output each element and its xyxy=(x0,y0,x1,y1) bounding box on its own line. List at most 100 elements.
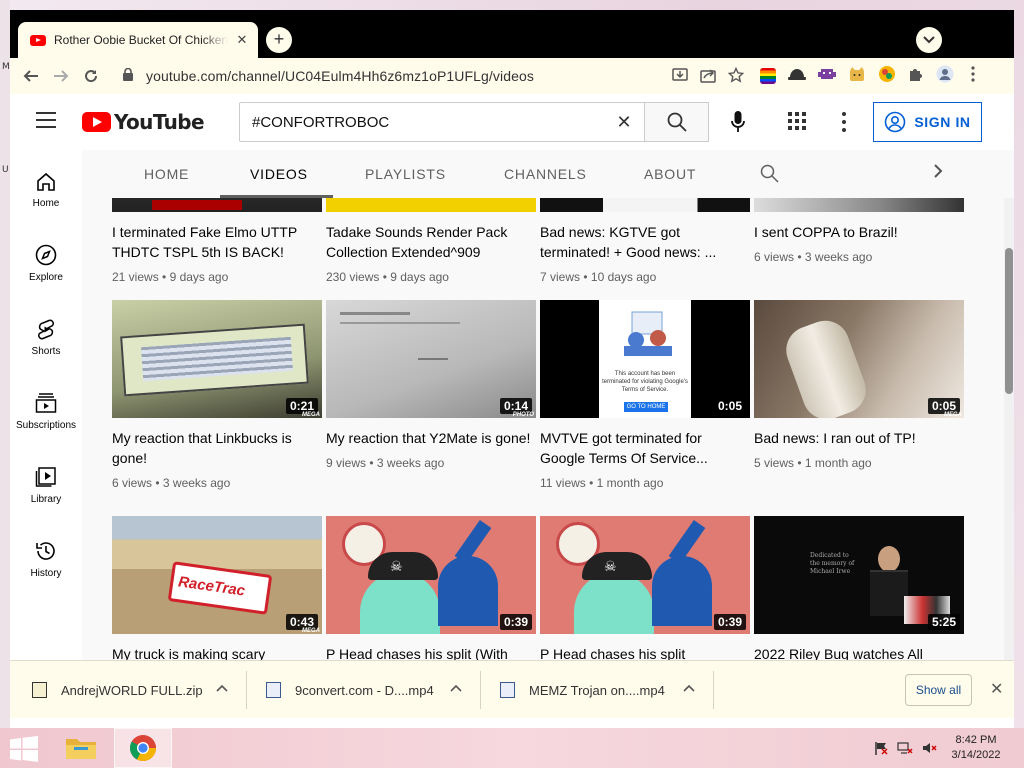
lock-icon[interactable] xyxy=(120,67,136,84)
download-filename[interactable]: AndrejWORLD FULL.zip xyxy=(61,683,203,698)
video-thumbnail[interactable]: 0:21 MEGA xyxy=(112,300,322,418)
sidebar-item-explore[interactable]: Explore xyxy=(10,230,82,304)
tab-videos[interactable]: VIDEOS xyxy=(250,150,308,198)
video-card[interactable]: 0:14 PHOTO My reaction that Y2Mate is go… xyxy=(326,300,536,470)
video-title[interactable]: My reaction that Linkbucks is gone! xyxy=(112,428,322,468)
sidebar-item-subscriptions[interactable]: Subscriptions xyxy=(10,378,82,452)
back-button[interactable] xyxy=(16,61,46,91)
video-thumbnail[interactable] xyxy=(540,198,750,212)
youtube-logo[interactable]: YouTube xyxy=(82,110,205,134)
video-card[interactable]: RaceTrac 0:43 MEGA My truck is making sc… xyxy=(112,516,322,660)
url-text[interactable]: youtube.com/channel/UC04Eulm4Hh6z6mz1oP1… xyxy=(146,68,534,84)
download-options-icon[interactable] xyxy=(450,681,462,695)
scrollbar-thumb[interactable] xyxy=(1005,248,1013,394)
new-tab-button[interactable]: + xyxy=(266,27,292,53)
video-thumbnail[interactable]: ☠ 0:39 xyxy=(326,516,536,634)
install-app-icon[interactable] xyxy=(672,67,688,86)
address-bar[interactable]: youtube.com/channel/UC04Eulm4Hh6z6mz1oP1… xyxy=(120,62,745,90)
sidebar-item-history[interactable]: History xyxy=(10,526,82,600)
ext-hat-icon[interactable] xyxy=(788,67,806,86)
download-options-icon[interactable] xyxy=(216,681,228,695)
browser-menu-icon[interactable] xyxy=(966,65,980,87)
taskbar-clock[interactable]: 8:42 PM 3/14/2022 xyxy=(946,733,1006,763)
video-card[interactable]: ☠ 0:39 P Head chases his split (With xyxy=(326,516,536,660)
video-card[interactable]: I terminated Fake Elmo UTTP THDTC TSPL 5… xyxy=(112,198,322,284)
bookmark-star-icon[interactable] xyxy=(727,66,745,86)
hamburger-menu-icon[interactable] xyxy=(36,112,56,128)
video-card[interactable]: 0:21 MEGA My reaction that Linkbucks is … xyxy=(112,300,322,490)
video-card[interactable]: 0:05 MEGA Bad news: I ran out of TP! 5 v… xyxy=(754,300,964,470)
tabs-scroll-right-icon[interactable] xyxy=(934,164,943,183)
video-title[interactable]: Bad news: KGTVE got terminated! + Good n… xyxy=(540,222,750,262)
search-input[interactable]: #CONFORTROBOC ✕ xyxy=(239,102,645,142)
video-title[interactable]: MVTVE got terminated for Google Terms Of… xyxy=(540,428,750,468)
video-thumbnail[interactable]: 0:05 MEGA xyxy=(754,300,964,418)
windows-start-icon[interactable] xyxy=(10,736,38,762)
sidebar-item-home[interactable]: Home xyxy=(10,156,82,230)
video-thumbnail[interactable]: ☠ 0:39 xyxy=(540,516,750,634)
video-title[interactable]: My truck is making scary xyxy=(112,644,322,660)
video-thumbnail[interactable] xyxy=(112,198,322,212)
taskbar-file-explorer[interactable] xyxy=(52,728,110,768)
download-item[interactable]: AndrejWORLD FULL.zip xyxy=(32,661,203,719)
download-filename[interactable]: 9convert.com - D....mp4 xyxy=(295,683,434,698)
video-thumbnail[interactable]: RaceTrac 0:43 MEGA xyxy=(112,516,322,634)
video-title[interactable]: My reaction that Y2Mate is gone! xyxy=(326,428,536,448)
tab-playlists[interactable]: PLAYLISTS xyxy=(365,150,446,198)
ext-cat-icon[interactable] xyxy=(848,66,866,87)
video-title[interactable]: Bad news: I ran out of TP! xyxy=(754,428,964,448)
video-card[interactable]: This account has been terminated for vio… xyxy=(540,300,750,490)
ext-alien-icon[interactable] xyxy=(818,66,836,87)
video-card[interactable]: I sent COPPA to Brazil! 6 views • 3 week… xyxy=(754,198,964,264)
video-thumbnail[interactable] xyxy=(754,198,964,212)
profile-icon[interactable] xyxy=(936,65,954,88)
video-thumbnail[interactable]: Dedicated to the memory of Michael Irwe … xyxy=(754,516,964,634)
video-title[interactable]: P Head chases his split (With xyxy=(326,644,536,660)
search-button[interactable] xyxy=(645,102,709,142)
sidebar-item-library[interactable]: Library xyxy=(10,452,82,526)
download-item[interactable]: MEMZ Trojan on....mp4 xyxy=(500,661,665,719)
ext-color-icon[interactable] xyxy=(878,65,896,88)
tab-search-button[interactable] xyxy=(916,27,942,53)
video-title[interactable]: P Head chases his split xyxy=(540,644,750,660)
video-title[interactable]: I terminated Fake Elmo UTTP THDTC TSPL 5… xyxy=(112,222,322,262)
forward-button[interactable] xyxy=(46,61,76,91)
tab-home[interactable]: HOME xyxy=(144,150,189,198)
voice-search-button[interactable] xyxy=(726,110,750,134)
reload-button[interactable] xyxy=(76,61,106,91)
video-title[interactable]: I sent COPPA to Brazil! xyxy=(754,222,964,242)
video-card[interactable]: Dedicated to the memory of Michael Irwe … xyxy=(754,516,964,660)
video-thumbnail[interactable]: This account has been terminated for vio… xyxy=(540,300,750,418)
taskbar-chrome[interactable] xyxy=(114,728,172,768)
download-item[interactable]: 9convert.com - D....mp4 xyxy=(266,661,434,719)
download-options-icon[interactable] xyxy=(683,681,695,695)
network-icon[interactable] xyxy=(897,741,913,758)
puzzle-icon[interactable] xyxy=(908,66,924,87)
clear-search-icon[interactable]: ✕ xyxy=(604,112,644,133)
video-card[interactable]: Bad news: KGTVE got terminated! + Good n… xyxy=(540,198,750,284)
video-card[interactable]: ☠ 0:39 P Head chases his split xyxy=(540,516,750,660)
video-thumbnail[interactable] xyxy=(326,198,536,212)
show-all-downloads-button[interactable]: Show all xyxy=(905,674,972,706)
tab-close-icon[interactable]: ✕ xyxy=(234,32,250,48)
action-center-flag-icon[interactable] xyxy=(874,741,888,758)
download-filename[interactable]: MEMZ Trojan on....mp4 xyxy=(529,683,665,698)
page-scrollbar[interactable] xyxy=(1004,198,1014,660)
sign-in-button[interactable]: SIGN IN xyxy=(873,102,982,142)
share-icon[interactable] xyxy=(700,67,716,86)
video-title[interactable]: Tadake Sounds Render Pack Collection Ext… xyxy=(326,222,536,262)
ext-pride-flag-icon[interactable] xyxy=(760,68,776,84)
search-query[interactable]: #CONFORTROBOC xyxy=(252,114,604,131)
volume-muted-icon[interactable] xyxy=(922,741,938,758)
video-card[interactable]: Tadake Sounds Render Pack Collection Ext… xyxy=(326,198,536,284)
video-thumbnail[interactable]: 0:14 PHOTO xyxy=(326,300,536,418)
browser-tab[interactable]: Rother Oobie Bucket Of Chicken ✕ xyxy=(18,22,258,58)
desktop-icon-label[interactable]: U xyxy=(2,165,9,175)
settings-menu-icon[interactable] xyxy=(841,112,847,132)
video-title[interactable]: 2022 Riley Bug watches All xyxy=(754,644,964,660)
channel-search-icon[interactable] xyxy=(760,164,779,188)
close-downloads-icon[interactable]: ✕ xyxy=(990,679,1003,699)
sidebar-item-shorts[interactable]: Shorts xyxy=(10,304,82,378)
apps-grid-icon[interactable] xyxy=(788,112,806,130)
tab-channels[interactable]: CHANNELS xyxy=(504,150,587,198)
